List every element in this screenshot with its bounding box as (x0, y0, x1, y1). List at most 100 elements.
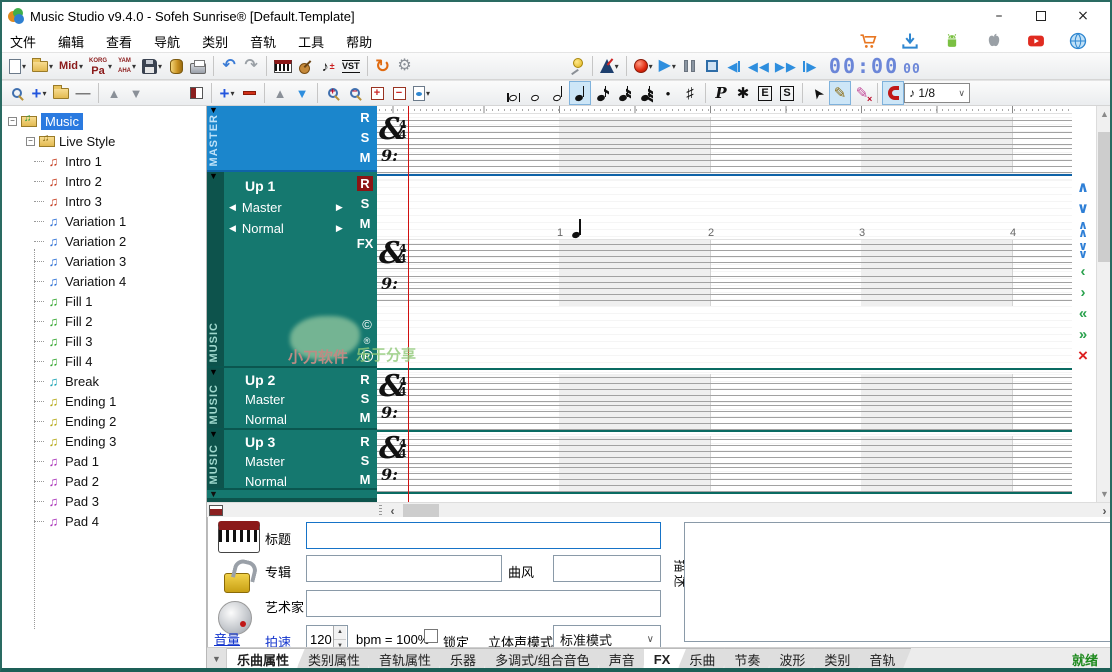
collapse-box-icon[interactable]: − (26, 137, 35, 146)
record-button[interactable]: ▾ (631, 54, 656, 78)
track-mode[interactable]: Normal (245, 474, 287, 489)
track-name[interactable]: Up 1 (245, 178, 275, 194)
timeline-ruler[interactable] (377, 106, 1072, 114)
bottom-tab[interactable]: 乐器 (440, 648, 492, 670)
expression-button[interactable]: E (754, 81, 776, 105)
arpeggio-button[interactable]: ✱ (732, 81, 754, 105)
bottom-tab[interactable]: 节奏 (724, 648, 776, 670)
select-tool-button[interactable]: ➤ (807, 81, 829, 105)
bottom-tab[interactable]: 音轨属性 (369, 648, 447, 670)
track-source[interactable]: Master (242, 200, 330, 215)
menu-item[interactable]: 音轨 (250, 32, 276, 51)
tree-item[interactable]: ♫ Variation 1 (2, 211, 206, 231)
tree-item[interactable]: ♫ Pad 4 (2, 511, 206, 531)
track-name[interactable]: Up 2 (245, 372, 275, 388)
track-mute-button[interactable]: M (357, 410, 373, 425)
track-header-up2[interactable]: ▼ MUSIC Up 2 Master Normal R S M (207, 368, 377, 430)
note-whole-button[interactable] (525, 81, 547, 105)
menu-item[interactable]: 导航 (154, 32, 180, 51)
tree-item[interactable]: ♫ Intro 1 (2, 151, 206, 171)
playhead-line[interactable] (408, 106, 409, 502)
nav-up-button[interactable]: ∧ (1073, 178, 1093, 196)
move-up-button[interactable]: ▲ (103, 81, 125, 105)
up2-score-region[interactable]: & 44 9: (377, 372, 1072, 432)
scrollbar-thumb[interactable] (403, 504, 439, 517)
tree-item[interactable]: ♫ Pad 2 (2, 471, 206, 491)
dropdown-arrow-icon[interactable]: ▾ (42, 89, 46, 98)
tree-item[interactable]: ♫ Pad 1 (2, 451, 206, 471)
nav-left-button[interactable]: ‹ (1073, 262, 1093, 280)
splitter-handle[interactable] (377, 504, 383, 517)
remove-track-button[interactable] (238, 81, 260, 105)
stop-button[interactable] (701, 54, 723, 78)
print-button[interactable] (187, 54, 209, 78)
dropdown-arrow-icon[interactable]: ▾ (230, 89, 234, 98)
add-category-button[interactable]: +▾ (28, 81, 50, 105)
note-breve-button[interactable] (503, 81, 525, 105)
fast-forward-button[interactable]: ▶▶ (772, 54, 799, 78)
master-track-header[interactable]: ▼ MASTER R S M (207, 106, 377, 172)
vertical-scrollbar[interactable]: ▲ ▼ (1096, 106, 1112, 502)
collapse-triangle-icon[interactable]: ▼ (209, 172, 218, 181)
nav-down-button[interactable]: ∨ (1073, 199, 1093, 217)
music-strip[interactable]: ▼ MUSIC (207, 430, 224, 488)
step-back-button[interactable]: ◀ (723, 54, 745, 78)
scroll-left-arrow[interactable]: ‹ (385, 503, 400, 518)
apple-icon[interactable] (984, 31, 1004, 51)
maximize-button[interactable] (1020, 4, 1062, 28)
tree-item[interactable]: ♫ Intro 2 (2, 171, 206, 191)
bottom-tab[interactable]: 音轨 (859, 648, 911, 670)
metronome-button[interactable]: ▾ (597, 54, 622, 78)
master-score-region[interactable]: & 44 9: (377, 115, 1072, 176)
dropdown-arrow-icon[interactable]: ▾ (158, 62, 162, 71)
tree-group-row[interactable]: − ♫ Live Style (2, 131, 206, 151)
tree-item[interactable]: ♫ Ending 3 (2, 431, 206, 451)
track-record-button[interactable]: R (357, 176, 373, 191)
note-quarter-button[interactable] (569, 81, 591, 105)
scroll-right-arrow[interactable]: › (1097, 503, 1112, 518)
globe-icon[interactable] (1068, 31, 1088, 51)
search-button[interactable] (6, 81, 28, 105)
youtube-icon[interactable] (1026, 31, 1046, 51)
menu-item[interactable]: 查看 (106, 32, 132, 51)
dropdown-arrow-icon[interactable]: ▾ (108, 62, 112, 71)
bottom-tab[interactable]: 波形 (769, 648, 821, 670)
dropdown-arrow-icon[interactable]: ▾ (615, 62, 619, 71)
dropdown-arrow-icon[interactable]: ▾ (426, 89, 430, 98)
add-track-button[interactable]: +▾ (216, 81, 238, 105)
track-header-up3[interactable]: ▼ MUSIC Up 3 Master Normal R S M (207, 430, 377, 490)
menu-item[interactable]: 文件 (10, 32, 36, 51)
track-solo-button[interactable]: S (357, 196, 373, 211)
genre-input[interactable] (553, 555, 661, 582)
description-box[interactable]: ∧ ∨ (684, 522, 1112, 642)
tree-item[interactable]: ♫ Fill 4 (2, 351, 206, 371)
zoom-out-button[interactable]: − (344, 81, 366, 105)
up3-score-region[interactable]: & 44 9: (377, 434, 1072, 494)
track-fx-button[interactable]: FX (357, 236, 373, 251)
close-button[interactable]: × (1062, 4, 1104, 28)
dropdown-arrow-icon[interactable]: ▾ (49, 62, 53, 71)
track-record-button[interactable]: R (357, 372, 373, 387)
collapse-triangle-icon[interactable]: ▼ (209, 368, 218, 377)
expand-tracks-button[interactable]: + (366, 81, 388, 105)
android-icon[interactable] (942, 31, 962, 51)
tree-item[interactable]: ♫ Fill 1 (2, 291, 206, 311)
prev-arrow-icon[interactable]: ◀ (229, 223, 236, 234)
next-arrow-icon[interactable]: ▶ (336, 223, 343, 234)
collapse-tracks-button[interactable]: − (388, 81, 410, 105)
album-input[interactable] (306, 555, 502, 582)
keyboard-icon[interactable] (218, 521, 260, 553)
tree-item[interactable]: ♫ Intro 3 (2, 191, 206, 211)
korg-import-button[interactable]: KORGPa▾ (86, 54, 115, 78)
track-source-row[interactable]: ◀ Master ▶ (229, 200, 343, 215)
vst-button[interactable]: VST (339, 54, 363, 78)
open-file-button[interactable]: ▾ (29, 54, 56, 78)
refresh-button[interactable]: ↻ (372, 54, 394, 78)
music-strip[interactable]: ▼ MUSIC (207, 368, 224, 428)
guitar-button[interactable] (295, 54, 317, 78)
tree-item[interactable]: ♫ Fill 2 (2, 311, 206, 331)
delete-button[interactable]: × (1073, 346, 1093, 364)
microphone-button[interactable] (566, 54, 588, 78)
rewind-button[interactable]: ◀◀ (745, 54, 772, 78)
virtual-keyboard-button[interactable] (271, 54, 295, 78)
